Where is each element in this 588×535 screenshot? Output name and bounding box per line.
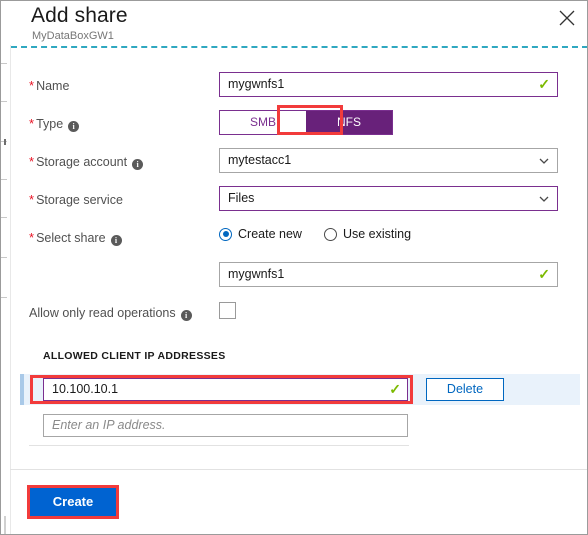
storage-account-select[interactable]: mytestacc1 — [219, 148, 558, 173]
create-button[interactable]: Create — [30, 488, 116, 516]
info-icon[interactable]: i — [132, 159, 144, 170]
share-name-input[interactable]: mygwnfs1 ✓ — [219, 262, 558, 287]
required-asterisk: * — [29, 154, 35, 169]
valid-check-icon: ✓ — [538, 266, 550, 282]
info-icon[interactable]: i — [68, 121, 80, 132]
label-select-share: * Select share i — [29, 230, 122, 246]
label-type: * Type i — [29, 116, 80, 132]
name-input-value: mygwnfs1 — [228, 77, 285, 91]
valid-check-icon: ✓ — [389, 381, 401, 397]
radio-create-new[interactable]: Create new — [219, 227, 302, 241]
add-share-blade: Add share MyDataBoxGW1 * Name mygwnfs1 ✓ … — [0, 0, 588, 535]
close-icon[interactable] — [556, 7, 578, 29]
field-row-storage-account: * Storage account i mytestacc1 — [10, 145, 587, 183]
required-asterisk: * — [29, 192, 35, 207]
storage-service-value: Files — [228, 191, 255, 205]
allowed-ip-heading: ALLOWED CLIENT IP ADDRESSES — [43, 350, 226, 362]
valid-check-icon: ✓ — [538, 76, 550, 92]
row-accent-bar — [20, 374, 24, 405]
info-icon[interactable]: i — [110, 235, 122, 246]
share-name-value: mygwnfs1 — [228, 267, 285, 281]
storage-account-value: mytestacc1 — [228, 153, 292, 167]
page-title: Add share — [31, 4, 128, 27]
footer-divider — [10, 469, 587, 470]
name-input[interactable]: mygwnfs1 ✓ — [219, 72, 558, 97]
ip-list-divider — [29, 445, 409, 446]
header-divider — [11, 46, 587, 48]
blade-header: Add share MyDataBoxGW1 — [10, 1, 587, 45]
allow-read-only-checkbox[interactable] — [219, 302, 236, 319]
radio-indicator — [219, 227, 232, 241]
type-option-nfs[interactable]: NFS — [306, 111, 392, 134]
new-ip-address-input[interactable]: Enter an IP address. — [43, 414, 408, 437]
radio-use-existing[interactable]: Use existing — [323, 227, 411, 241]
required-asterisk: * — [29, 78, 35, 93]
field-row-type: * Type i SMB NFS — [10, 107, 587, 145]
label-name: * Name — [29, 78, 70, 93]
type-option-smb[interactable]: SMB — [220, 111, 306, 134]
radio-indicator — [323, 227, 337, 241]
field-row-storage-service: * Storage service Files — [10, 183, 587, 221]
ip-address-row: 10.100.10.1 ✓ Delete — [20, 374, 580, 405]
field-row-select-share: * Select share i Create new Use existing — [10, 221, 587, 259]
chevron-down-icon — [538, 193, 550, 205]
delete-ip-button[interactable]: Delete — [426, 378, 504, 401]
info-icon[interactable]: i — [180, 310, 192, 321]
label-allow-read-only: Allow only read operations i — [29, 306, 192, 321]
field-row-share-name: mygwnfs1 ✓ — [10, 259, 587, 297]
ip-address-input[interactable]: 10.100.10.1 ✓ — [43, 378, 408, 401]
required-asterisk: * — [29, 116, 35, 131]
ip-address-value: 10.100.10.1 — [52, 382, 119, 396]
chevron-down-icon — [538, 155, 550, 167]
storage-service-select[interactable]: Files — [219, 186, 558, 211]
required-asterisk: * — [29, 230, 35, 245]
field-row-read-only: Allow only read operations i — [10, 297, 587, 335]
select-share-radio-group: Create new Use existing — [219, 227, 433, 241]
type-toggle: SMB NFS — [219, 110, 393, 135]
field-row-name: * Name mygwnfs1 ✓ — [10, 69, 587, 107]
label-storage-account: * Storage account i — [29, 154, 144, 170]
new-ip-placeholder: Enter an IP address. — [52, 418, 166, 432]
label-storage-service: * Storage service — [29, 192, 123, 207]
page-subtitle: MyDataBoxGW1 — [32, 30, 114, 42]
